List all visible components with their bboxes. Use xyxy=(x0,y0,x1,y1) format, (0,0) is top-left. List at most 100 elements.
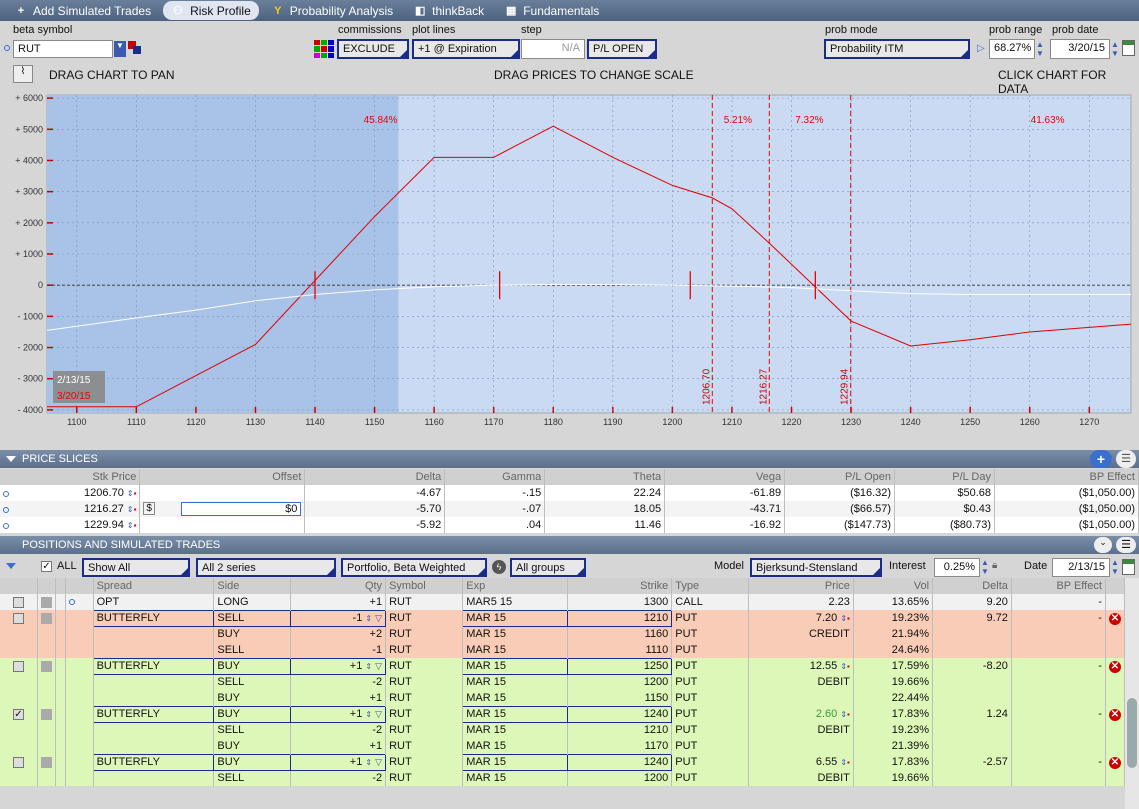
slice-row[interactable]: 1216.27 ⇕▪ $ $0 -5.70 -.07 18.05 -43.71 ($66.57… xyxy=(0,501,1139,517)
commissions-select[interactable]: EXCLUDE xyxy=(337,39,409,59)
qty-dropdown-icon[interactable]: ▽ xyxy=(375,709,382,719)
position-row[interactable]: ✓ BUTTERFLY BUY +1 ⇕ ▽ RUT MAR 15 1240 PUT 2.60 … xyxy=(0,705,1126,723)
color-picker-icon[interactable] xyxy=(128,41,142,55)
commissions-grid-icon[interactable] xyxy=(314,40,334,58)
tab-thinkback[interactable]: ◧ thinkBack xyxy=(405,1,492,20)
beta-symbol-input[interactable]: RUT xyxy=(13,40,113,58)
position-row[interactable]: SELL -2 RUT MAR 15 1200 PUT DEBIT 19.66% xyxy=(0,674,1126,690)
position-exp-cell[interactable]: MAR 15 xyxy=(462,657,568,675)
position-row[interactable]: SELL -2 RUT MAR 15 1200 PUT DEBIT 19.66% xyxy=(0,770,1126,786)
position-side-cell[interactable]: BUY xyxy=(213,705,292,723)
position-qty-cell[interactable]: +1 ⇕ ▽ xyxy=(290,705,387,723)
date-input[interactable]: 2/13/15 xyxy=(1052,558,1110,577)
expand-icon[interactable] xyxy=(6,563,16,569)
position-strike-cell[interactable]: 1240 xyxy=(566,705,673,723)
lock-icon[interactable]: ▪ xyxy=(847,614,850,623)
price-stepper-icon[interactable]: ⇕ xyxy=(127,505,134,514)
tab-probability-analysis[interactable]: Y Probability Analysis xyxy=(263,1,401,20)
lock-icon[interactable]: ▪ xyxy=(134,505,137,514)
qty-stepper-icon[interactable]: ⇕ xyxy=(365,662,372,671)
qty-stepper-icon[interactable]: ⇕ xyxy=(365,614,372,623)
prob-date-stepper-icon[interactable]: ▲ ▼ xyxy=(1111,40,1119,58)
lock-icon[interactable]: ▪ xyxy=(847,662,850,671)
step-input[interactable]: N/A xyxy=(521,39,585,59)
positions-header[interactable]: POSITIONS AND SIMULATED TRADES xyxy=(0,536,1139,554)
series-select[interactable]: All 2 series xyxy=(196,558,336,577)
delete-icon[interactable]: ✕ xyxy=(1108,612,1121,625)
lock-icon[interactable]: ▪ xyxy=(847,758,850,767)
symbol-dropdown-icon[interactable]: ▼ xyxy=(114,41,126,57)
qty-dropdown-icon[interactable]: ▽ xyxy=(375,613,382,623)
position-spread-cell[interactable]: BUTTERFLY xyxy=(92,609,215,627)
groups-select[interactable]: All groups xyxy=(510,558,586,577)
qty-dropdown-icon[interactable]: ▽ xyxy=(375,661,382,671)
position-exp-cell[interactable]: MAR 15 xyxy=(462,609,568,627)
collapse-icon[interactable]: ⌄ xyxy=(1094,537,1112,553)
interest-stepper-icon[interactable]: ▲ ▼ xyxy=(981,558,989,576)
qty-stepper-icon[interactable]: ⇕ xyxy=(365,710,372,719)
position-exp-cell[interactable]: MAR 15 xyxy=(462,753,568,771)
tab-fundamentals[interactable]: ▦ Fundamentals xyxy=(496,1,607,20)
positions-menu-icon[interactable]: ☰ xyxy=(1116,537,1136,553)
position-row[interactable]: SELL -2 RUT MAR 15 1210 PUT DEBIT 19.23% xyxy=(0,722,1126,738)
tab-risk-profile[interactable]: ⚇ Risk Profile xyxy=(163,1,259,20)
position-side-cell[interactable]: BUY xyxy=(213,753,292,771)
calendar-icon[interactable] xyxy=(1122,40,1135,56)
lock-icon[interactable]: ▪ xyxy=(847,710,850,719)
position-row[interactable]: BUY +2 RUT MAR 15 1160 PUT CREDIT 21.94% xyxy=(0,626,1126,642)
portfolio-select[interactable]: Portfolio, Beta Weighted xyxy=(341,558,487,577)
position-row[interactable]: BUTTERFLY BUY +1 ⇕ ▽ RUT MAR 15 1250 PUT 12.55 … xyxy=(0,657,1126,675)
position-strike-cell[interactable]: 1240 xyxy=(566,753,673,771)
qty-dropdown-icon[interactable]: ▽ xyxy=(375,757,382,767)
prob-date-input[interactable]: 3/20/15 xyxy=(1050,39,1110,59)
slice-row[interactable]: 1229.94 ⇕▪ -5.92 .04 11.46 -16.92 ($147.73) ($… xyxy=(0,517,1139,533)
position-row[interactable]: BUTTERFLY SELL -1 ⇕ ▽ RUT MAR 15 1210 PUT 7.20 … xyxy=(0,609,1126,627)
position-exp-cell[interactable]: MAR 15 xyxy=(462,705,568,723)
row-checkbox[interactable] xyxy=(13,756,24,768)
show-select[interactable]: Show All xyxy=(82,558,190,577)
position-strike-cell[interactable]: 1210 xyxy=(566,609,673,627)
tab-add-simulated-trades[interactable]: + Add Simulated Trades xyxy=(6,1,159,20)
position-qty-cell[interactable]: +1 ⇕ ▽ xyxy=(290,753,387,771)
position-row[interactable]: BUTTERFLY BUY +1 ⇕ ▽ RUT MAR 15 1240 PUT 6.55 ⇕… xyxy=(0,753,1126,771)
position-spread-cell[interactable]: BUTTERFLY xyxy=(92,657,215,675)
position-row[interactable]: SELL -1 RUT MAR 15 1110 PUT 24.64% xyxy=(0,642,1126,658)
row-checkbox[interactable] xyxy=(13,612,24,624)
offset-input[interactable]: $0 xyxy=(181,502,302,516)
lock-icon[interactable]: ▪ xyxy=(134,489,137,498)
group-toggle[interactable] xyxy=(41,708,53,720)
date-stepper-icon[interactable]: ▲ ▼ xyxy=(1111,558,1119,576)
dollar-icon[interactable]: $ xyxy=(143,502,155,515)
interest-input[interactable]: 0.25% xyxy=(934,558,980,577)
delete-icon[interactable]: ✕ xyxy=(1108,708,1121,721)
delete-icon[interactable]: ✕ xyxy=(1108,756,1121,769)
group-toggle[interactable] xyxy=(41,596,53,608)
pl-chart-svg[interactable]: 1100 1110 1120 1130 1140 1150 1160 1170 1180 1190… xyxy=(0,93,1139,463)
plot-lines-select[interactable]: +1 @ Expiration xyxy=(412,39,520,59)
position-spread-cell[interactable]: BUTTERFLY xyxy=(92,705,215,723)
price-slices-header[interactable]: PRICE SLICES xyxy=(0,450,1139,468)
position-side-cell[interactable]: BUY xyxy=(213,657,292,675)
position-qty-cell[interactable]: +1 ⇕ ▽ xyxy=(290,657,387,675)
pl-mode-select[interactable]: P/L OPEN xyxy=(587,39,657,59)
prob-range-input[interactable]: 68.27% xyxy=(989,39,1035,59)
positions-scrollbar[interactable] xyxy=(1125,578,1139,809)
date-calendar-icon[interactable] xyxy=(1122,559,1135,575)
slice-row[interactable]: 1206.70 ⇕▪ -4.67 -.15 22.24 -61.89 ($16.32) $5… xyxy=(0,485,1139,501)
prob-mode-select[interactable]: Probability ITM xyxy=(824,39,970,59)
row-checkbox[interactable]: ✓ xyxy=(13,708,24,720)
position-strike-cell[interactable]: 1250 xyxy=(566,657,673,675)
position-row[interactable]: OPT LONG +1 RUT MAR5 15 1300 CALL 2.23 13.65% 9.2… xyxy=(0,594,1126,610)
position-row[interactable]: BUY +1 RUT MAR 15 1170 PUT 21.39% xyxy=(0,738,1126,754)
model-select[interactable]: Bjerksund-Stensland xyxy=(750,558,882,577)
row-checkbox[interactable] xyxy=(13,596,24,608)
position-side-cell[interactable]: SELL xyxy=(213,609,292,627)
chart-settings-icon[interactable]: ⌇ xyxy=(13,65,33,83)
delete-icon[interactable]: ✕ xyxy=(1108,660,1121,673)
slice-menu-icon[interactable]: ☰ xyxy=(1116,450,1136,468)
group-toggle[interactable] xyxy=(41,756,53,768)
select-all-checkbox[interactable]: ✓ xyxy=(41,561,52,572)
group-toggle[interactable] xyxy=(41,660,53,672)
qty-stepper-icon[interactable]: ⇕ xyxy=(365,758,372,767)
price-stepper-icon[interactable]: ⇕ xyxy=(127,489,134,498)
